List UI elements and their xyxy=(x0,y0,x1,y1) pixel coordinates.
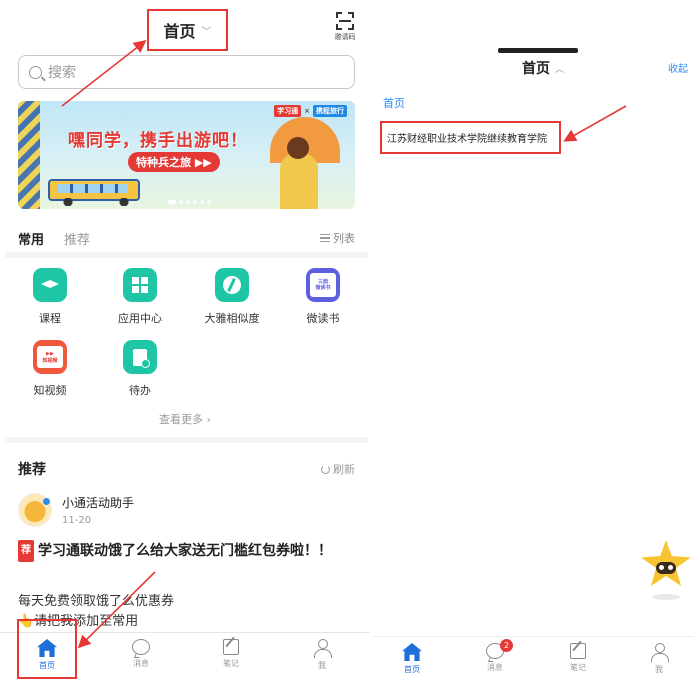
search-icon xyxy=(29,65,42,79)
tab-label: 笔记 xyxy=(570,663,586,672)
collapse-button[interactable]: 收起 xyxy=(668,60,688,75)
tab-home[interactable]: 首页 xyxy=(387,643,437,675)
tab-me[interactable]: 我 xyxy=(634,643,684,675)
message-icon xyxy=(132,639,150,655)
tab-messages[interactable]: 2 消息 xyxy=(470,639,520,673)
author-name: 小通活动助手 xyxy=(62,496,135,510)
left-phone-screen: 首页 ﹀ 邀请码 搜索 学习通 × 携程旅行 嘿同学，携手出游吧！ 特种兵之旅 … xyxy=(0,0,370,680)
app-grid-icon xyxy=(123,268,157,302)
micro-reading-icon: 三面 微读书 xyxy=(306,268,340,302)
header: 首页 ﹀ 邀请码 xyxy=(0,0,370,52)
avatar xyxy=(18,493,52,527)
post-date: 11-20 xyxy=(62,515,92,526)
drag-handle xyxy=(498,48,578,53)
bottom-tab-bar: 首页 2 消息 笔记 我 xyxy=(372,636,694,680)
divider xyxy=(5,437,368,443)
list-label: 列表 xyxy=(333,232,355,245)
unit-option-home[interactable]: 首页 xyxy=(383,95,405,111)
note-icon xyxy=(570,643,586,659)
profile-icon xyxy=(313,639,332,658)
tab-recommend[interactable]: 推荐 xyxy=(64,229,90,248)
app-label: 大雅相似度 xyxy=(204,312,260,325)
xuexitong-logo: 学习通 xyxy=(274,105,302,117)
chevron-up-icon: ︿ xyxy=(555,64,565,75)
unit-switcher-title[interactable]: 首页 ︿ xyxy=(522,58,564,78)
post-author[interactable]: 小通活动助手 11-20 xyxy=(18,493,134,527)
page-title: 首页 xyxy=(163,22,196,41)
refresh-button[interactable]: 刷新 xyxy=(321,461,355,477)
unit-option-college[interactable]: 江苏财经职业技术学院继续教育学院 xyxy=(380,121,561,154)
banner-tag: 特种兵之旅 ▶▶ xyxy=(128,152,220,172)
app-video[interactable]: ▶▶ 知视频 知视频 xyxy=(18,340,82,398)
promo-banner[interactable]: 学习通 × 携程旅行 嘿同学，携手出游吧！ 特种兵之旅 ▶▶ xyxy=(18,101,355,209)
app-label: 应用中心 xyxy=(118,312,162,325)
refresh-icon xyxy=(321,464,330,474)
tab-common[interactable]: 常用 xyxy=(18,229,44,248)
tab-label: 我 xyxy=(655,665,663,674)
list-icon xyxy=(320,234,330,242)
list-view-toggle[interactable]: 列表 xyxy=(320,230,355,246)
banner-pagination xyxy=(168,200,211,204)
app-label: 微读书 xyxy=(306,312,340,325)
home-icon xyxy=(402,643,422,661)
home-title-switcher[interactable]: 首页 ﹀ xyxy=(147,9,228,51)
ctrip-logo: 携程旅行 xyxy=(313,105,347,117)
tab-messages[interactable]: 消息 xyxy=(116,639,166,669)
divider xyxy=(5,252,368,258)
right-phone-screen: 首页 ︿ 收起 首页 江苏财经职业技术学院继续教育学院 首页 2 消息 笔记 我 xyxy=(372,0,694,680)
tab-label: 消息 xyxy=(133,659,149,668)
app-label: 待办 xyxy=(129,384,151,397)
college-name: 江苏财经职业技术学院继续教育学院 xyxy=(387,134,547,145)
page-title: 首页 xyxy=(522,61,550,77)
app-course[interactable]: 课程 xyxy=(18,268,82,326)
mascot-face xyxy=(656,562,676,574)
app-label: 课程 xyxy=(39,312,61,325)
banner-decoration xyxy=(18,101,40,209)
profile-icon xyxy=(650,643,669,662)
chevron-down-icon: ﹀ xyxy=(201,26,212,38)
mascot-shadow xyxy=(652,594,680,600)
tab-notes[interactable]: 笔记 xyxy=(206,639,256,669)
girl-illustration xyxy=(280,137,318,209)
todo-icon xyxy=(123,340,157,374)
app-label: 知视频 xyxy=(33,384,67,397)
note-icon xyxy=(223,639,239,655)
recommend-header: 推荐 刷新 xyxy=(18,459,355,479)
screenshot-root: 首页 ﹀ 邀请码 搜索 学习通 × 携程旅行 嘿同学，携手出游吧！ 特种兵之旅 … xyxy=(0,0,694,680)
bus-illustration xyxy=(48,179,140,206)
similarity-icon xyxy=(215,268,249,302)
banner-logos: 学习通 × 携程旅行 xyxy=(274,105,347,117)
home-tab-highlight xyxy=(17,619,77,679)
post-body-line: 每天免费领取饿了么优惠券 xyxy=(18,594,175,609)
section-tabs: 常用 推荐 列表 xyxy=(18,228,355,248)
app-center[interactable]: 应用中心 xyxy=(108,268,172,326)
tab-notes[interactable]: 笔记 xyxy=(553,643,603,673)
post-title[interactable]: 荐学习通联动饿了么给大家送无门槛红包券啦！！ xyxy=(18,540,348,562)
banner-title: 嘿同学，携手出游吧！ xyxy=(68,131,248,151)
tab-label: 笔记 xyxy=(223,659,239,668)
app-micro-reading[interactable]: 三面 微读书 微读书 xyxy=(291,268,355,326)
tab-label: 消息 xyxy=(487,663,503,672)
scan-icon xyxy=(336,12,354,30)
search-input[interactable]: 搜索 xyxy=(18,55,355,89)
tab-me[interactable]: 我 xyxy=(297,639,347,671)
app-similarity[interactable]: 大雅相似度 xyxy=(200,268,264,326)
recommend-badge: 荐 xyxy=(18,540,34,562)
tab-label: 我 xyxy=(318,661,326,670)
recommend-title: 推荐 xyxy=(18,462,46,478)
invite-code-label: 邀请码 xyxy=(334,33,356,41)
logo-separator: × xyxy=(304,107,310,115)
app-todo[interactable]: 待办 xyxy=(108,340,172,398)
search-placeholder: 搜索 xyxy=(48,65,76,81)
unread-badge: 2 xyxy=(500,639,513,652)
tab-label: 首页 xyxy=(404,665,420,674)
video-icon: ▶▶ 知视频 xyxy=(33,340,67,374)
graduation-cap-icon xyxy=(33,268,67,302)
refresh-label: 刷新 xyxy=(333,463,355,476)
post-title-text: 学习通联动饿了么给大家送无门槛红包券啦！！ xyxy=(38,543,332,559)
invite-code-button[interactable]: 邀请码 xyxy=(333,12,357,42)
see-more-link[interactable]: 查看更多 › xyxy=(0,411,370,427)
mascot-assistant[interactable] xyxy=(638,540,694,602)
